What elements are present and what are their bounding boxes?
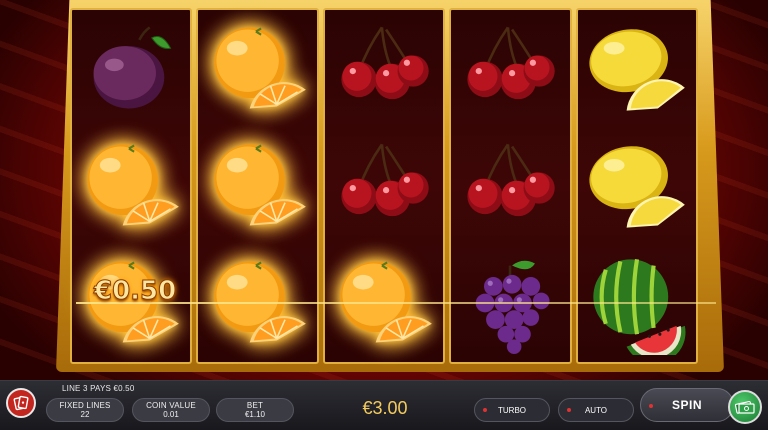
fixed-lines-label: FIXED LINES <box>59 401 111 410</box>
lemon-icon <box>589 28 685 111</box>
cherry-icon <box>341 143 429 217</box>
fixed-lines-value: 22 <box>80 410 90 419</box>
spin-button[interactable]: SPIN <box>640 388 734 422</box>
bet-label: BET <box>246 401 264 410</box>
cash-button[interactable] <box>728 390 762 424</box>
spin-label: SPIN <box>671 398 702 412</box>
reel-2 <box>196 8 319 364</box>
reel-3 <box>322 8 446 364</box>
orange-icon <box>87 144 180 226</box>
reels-area <box>70 8 699 364</box>
reel-1 <box>70 8 193 364</box>
lemon-icon <box>589 146 685 228</box>
cherry-icon <box>467 26 556 99</box>
turbo-toggle[interactable]: TURBO <box>474 398 550 422</box>
cash-icon <box>735 401 755 414</box>
orange-icon <box>213 27 306 109</box>
cherry-symbol <box>451 127 569 244</box>
cherry-icon <box>467 143 556 217</box>
bet-value: €1.10 <box>244 410 266 419</box>
orange-icon <box>213 144 306 226</box>
turbo-label: TURBO <box>498 405 526 415</box>
cherry-symbol <box>325 10 443 127</box>
auto-indicator-icon <box>567 408 571 412</box>
reel-5 <box>575 8 699 364</box>
plum-icon <box>93 25 172 109</box>
cherry-symbol <box>325 127 443 244</box>
auto-toggle[interactable]: AUTO <box>558 398 634 422</box>
win-amount-label: €0.50 <box>93 276 177 307</box>
auto-label: AUTO <box>584 405 608 415</box>
orange-symbol <box>198 10 316 127</box>
game-info-button[interactable] <box>6 388 36 418</box>
plum-symbol <box>72 10 190 127</box>
reel-4 <box>449 8 572 364</box>
coin-value-label: COIN VALUE <box>146 401 196 410</box>
bet-selector[interactable]: BET €1.10 <box>216 398 294 422</box>
cherry-symbol <box>451 10 569 127</box>
cards-icon <box>13 395 29 411</box>
lemon-symbol <box>578 10 696 127</box>
turbo-indicator-icon <box>483 408 487 412</box>
payline-info-text: LINE 3 PAYS €0.50 <box>62 384 135 393</box>
spin-indicator-icon <box>649 404 653 408</box>
coin-value-value: 0.01 <box>163 410 179 419</box>
orange-symbol <box>198 127 316 244</box>
orange-symbol <box>72 127 190 244</box>
fixed-lines-display: FIXED LINES 22 <box>46 398 124 422</box>
cherry-icon <box>341 26 429 99</box>
balance-display: €3.00 <box>362 398 408 418</box>
coin-value-selector[interactable]: COIN VALUE 0.01 <box>132 398 210 422</box>
lemon-symbol <box>578 127 696 244</box>
